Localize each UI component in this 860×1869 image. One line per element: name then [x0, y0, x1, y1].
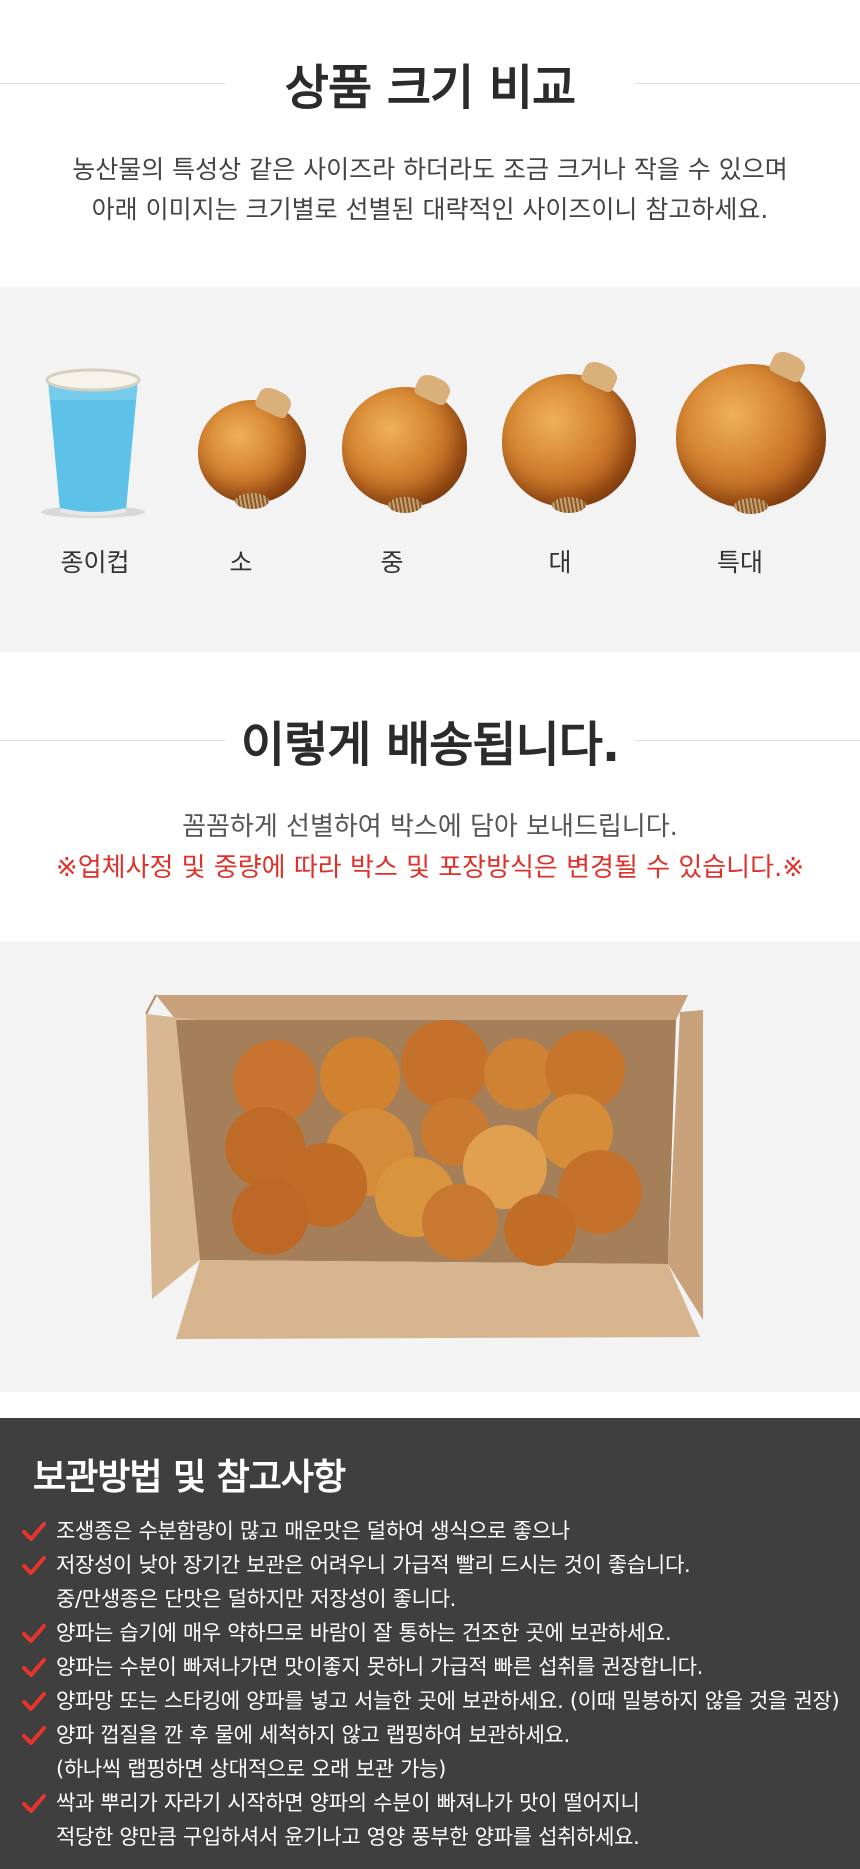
size-label-xlarge: 특대	[716, 548, 763, 577]
check-icon	[22, 1556, 46, 1575]
list-item: 양파는 수분이 빠져나가면 맛이좋지 못하니 가급적 빠른 섭취를 권장합니다.	[22, 1650, 852, 1684]
tip-text: 양파망 또는 스타킹에 양파를 넣고 서늘한 곳에 보관하세요. (이때 밀봉하…	[56, 1689, 840, 1713]
check-icon	[22, 1692, 46, 1711]
check-icon	[22, 1522, 46, 1541]
tip-text-continued: 중/만생종은 단맛은 덜하지만 저장성이 좋니다.	[56, 1587, 457, 1611]
size-label-cup: 종이컵	[60, 548, 130, 577]
delivery-section-header: 이렇게 배송됩니다.	[0, 705, 860, 775]
size-section-header: 상품 크기 비교	[0, 48, 860, 118]
tip-text-continued: 적당한 양만큼 구입하셔서 윤기나고 영양 풍부한 양파를 섭취하세요.	[56, 1825, 640, 1849]
divider-line	[635, 83, 860, 84]
tip-text: 저장성이 낮아 장기간 보관은 어려우니 가급적 빨리 드시는 것이 좋습니다.	[56, 1553, 691, 1577]
onion-box-image	[145, 994, 703, 1339]
list-item: 양파 껍질을 깐 후 물에 세척하지 않고 랩핑하여 보관하세요. (하나씩 랩…	[22, 1718, 852, 1786]
onion-xlarge-icon	[676, 347, 826, 514]
check-icon	[22, 1624, 46, 1643]
size-intro: 농산물의 특성상 같은 사이즈라 하더라도 조금 크거나 작을 수 있으며 아래…	[0, 150, 860, 230]
paper-cup-icon	[41, 368, 145, 518]
size-label-large: 대	[548, 548, 572, 577]
list-item: 싹과 뿌리가 자라기 시작하면 양파의 수분이 빠져나가 맛이 떨어지니 적당한…	[22, 1786, 852, 1854]
list-item: 양파는 습기에 매우 약하므로 바람이 잘 통하는 건조한 곳에 보관하세요.	[22, 1616, 852, 1650]
delivery-section-title: 이렇게 배송됩니다.	[240, 717, 620, 773]
size-intro-line2: 아래 이미지는 크기별로 선별된 대략적인 사이즈이니 참고하세요.	[91, 195, 769, 224]
storage-tips-list: 조생종은 수분함량이 많고 매운맛은 덜하여 생식으로 좋으나 저장성이 낮아 …	[22, 1514, 852, 1854]
list-item: 조생종은 수분함량이 많고 매운맛은 덜하여 생식으로 좋으나	[22, 1514, 852, 1548]
divider-line	[635, 740, 860, 741]
tip-text: 양파는 습기에 매우 약하므로 바람이 잘 통하는 건조한 곳에 보관하세요.	[56, 1621, 672, 1645]
list-item: 저장성이 낮아 장기간 보관은 어려우니 가급적 빨리 드시는 것이 좋습니다.…	[22, 1548, 852, 1616]
onion-medium-icon	[342, 370, 467, 513]
tip-text: 양파는 수분이 빠져나가면 맛이좋지 못하니 가급적 빠른 섭취를 권장합니다.	[56, 1655, 703, 1679]
size-intro-line1: 농산물의 특성상 같은 사이즈라 하더라도 조금 크거나 작을 수 있으며	[72, 155, 788, 184]
tip-text: 조생종은 수분함량이 많고 매운맛은 덜하여 생식으로 좋으나	[56, 1519, 570, 1543]
size-label-small: 소	[229, 548, 253, 577]
tip-text: 양파 껍질을 깐 후 물에 세척하지 않고 랩핑하여 보관하세요.	[56, 1723, 570, 1747]
check-icon	[22, 1658, 46, 1677]
storage-notes-panel: 보관방법 및 참고사항 조생종은 수분함량이 많고 매운맛은 덜하여 생식으로 …	[0, 1418, 860, 1869]
onion-large-icon	[502, 357, 636, 513]
divider-line	[0, 740, 225, 741]
check-icon	[22, 1794, 46, 1813]
tip-text-continued: (하나씩 랩핑하면 상대적으로 오래 보관 가능)	[56, 1757, 447, 1781]
delivery-description: 꼼꼼하게 선별하여 박스에 담아 보내드립니다.	[182, 812, 678, 842]
delivery-warning: ※업체사정 및 중량에 따라 박스 및 포장방식은 변경될 수 있습니다.※	[55, 853, 805, 883]
list-item: 양파망 또는 스타킹에 양파를 넣고 서늘한 곳에 보관하세요. (이때 밀봉하…	[22, 1684, 852, 1718]
tip-text: 싹과 뿌리가 자라기 시작하면 양파의 수분이 빠져나가 맛이 떨어지니	[56, 1791, 640, 1815]
size-section-title: 상품 크기 비교	[284, 60, 576, 116]
check-icon	[22, 1726, 46, 1745]
storage-title: 보관방법 및 참고사항	[33, 1457, 346, 1498]
divider-line	[0, 83, 225, 84]
size-label-medium: 중	[380, 548, 404, 577]
delivery-box-photo	[0, 942, 860, 1392]
onion-small-icon	[198, 383, 306, 509]
size-comparison-panel: 종이컵 소 중 대 특대	[0, 287, 860, 652]
